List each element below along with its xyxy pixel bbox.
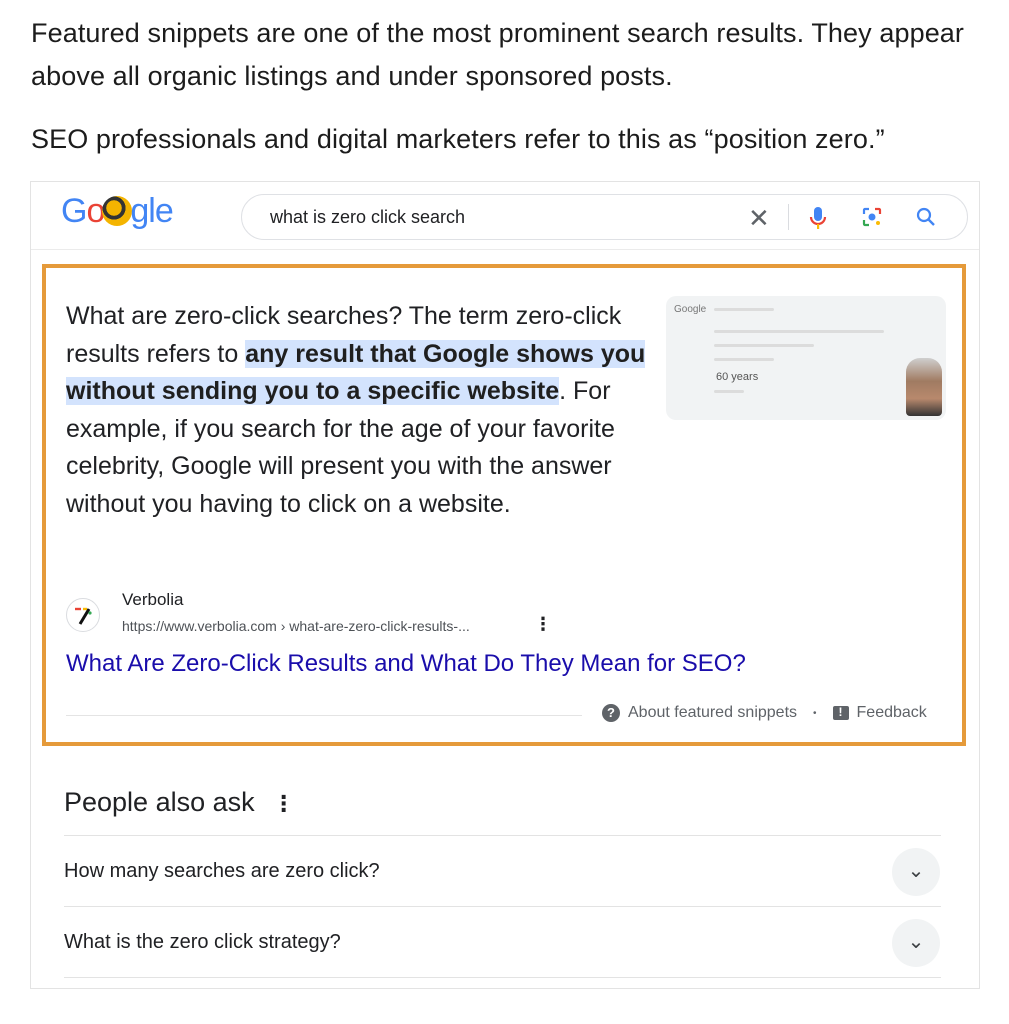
intro-text: Featured snippets are one of the most pr… xyxy=(31,12,981,161)
feedback-icon[interactable] xyxy=(832,705,849,720)
logo-letter-g: G xyxy=(61,192,87,230)
paa-question-text[interactable]: What is the zero click strategy? xyxy=(64,931,341,954)
more-vert-icon[interactable]: ⋮ xyxy=(273,791,295,816)
people-also-ask-title: People also ask ⋮ xyxy=(64,787,295,818)
chevron-down-icon[interactable]: ⌄ xyxy=(892,919,940,967)
about-featured-snippets[interactable]: About featured snippets xyxy=(628,704,797,722)
more-vert-icon[interactable]: ⋮ xyxy=(534,614,552,635)
lens-icon[interactable] xyxy=(860,205,884,234)
celebrity-photo xyxy=(906,358,942,416)
thumbnail-line xyxy=(714,358,774,361)
close-icon[interactable]: ✕ xyxy=(748,203,770,234)
search-screenshot: Go gle what is zero click search ✕ What a… xyxy=(30,181,980,989)
result-link[interactable]: What Are Zero-Click Results and What Do … xyxy=(66,650,746,678)
footer-separator: • xyxy=(813,707,817,719)
source-url[interactable]: https://www.verbolia.com › what-are-zero… xyxy=(122,618,470,634)
paa-bottom-divider xyxy=(64,977,941,978)
snippet-footer: ? About featured snippets • Feedback xyxy=(602,704,927,722)
thumbnail-line xyxy=(714,330,884,333)
paa-heading: People also ask xyxy=(64,787,255,817)
paa-question[interactable]: How many searches are zero click? ⌄ xyxy=(64,835,941,907)
snippet-divider xyxy=(66,715,582,716)
search-header: Go gle what is zero click search ✕ xyxy=(31,182,979,250)
search-box[interactable]: what is zero click search ✕ xyxy=(241,194,968,240)
search-icon[interactable] xyxy=(914,205,938,234)
source-name[interactable]: Verbolia xyxy=(122,590,183,610)
help-icon[interactable]: ? xyxy=(602,704,620,722)
snippet-answer: What are zero-click searches? The term z… xyxy=(66,298,656,524)
featured-snippet: What are zero-click searches? The term z… xyxy=(42,264,966,746)
paa-question-text[interactable]: How many searches are zero click? xyxy=(64,860,380,883)
doodle-icon xyxy=(102,196,133,226)
chevron-down-icon[interactable]: ⌄ xyxy=(892,848,940,896)
intro-paragraph-1: Featured snippets are one of the most pr… xyxy=(31,18,965,91)
thumbnail-line xyxy=(714,308,774,311)
intro-paragraph-2: SEO professionals and digital marketers … xyxy=(31,124,885,154)
thumbnail-logo: Google xyxy=(674,304,707,315)
google-logo[interactable]: Go gle xyxy=(61,192,174,231)
thumbnail-line xyxy=(714,390,744,393)
search-divider xyxy=(788,204,789,230)
logo-letters-gle: gle xyxy=(130,192,173,230)
thumbnail-line xyxy=(714,344,814,347)
search-query[interactable]: what is zero click search xyxy=(270,207,465,228)
mic-icon[interactable] xyxy=(808,205,828,236)
snippet-thumbnail[interactable]: Google 60 years xyxy=(666,296,946,420)
feedback-link[interactable]: Feedback xyxy=(857,704,927,722)
paa-question[interactable]: What is the zero click strategy? ⌄ xyxy=(64,906,941,978)
site-favicon[interactable] xyxy=(66,598,100,632)
thumbnail-age: 60 years xyxy=(716,371,759,383)
